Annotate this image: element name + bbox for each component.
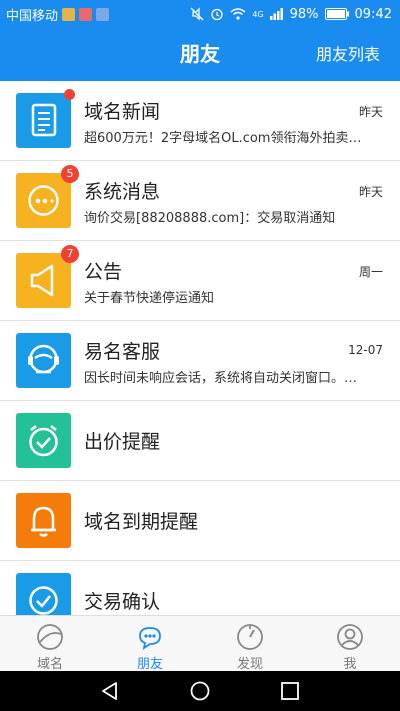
tab-label: 朋友 <box>136 657 163 672</box>
list-item[interactable]: 域名新闻 昨天 超600万元！2字母域名OL.com领衔海外拍卖… <box>0 81 400 161</box>
list-item[interactable]: 出价提醒 <box>0 401 400 481</box>
tab-me[interactable]: 我 <box>300 616 400 672</box>
unread-dot <box>64 89 75 100</box>
list-item[interactable]: 易名客服 12-07 因长时间未响应会话，系统将自动关闭窗口。… <box>0 321 400 401</box>
system-nav-bar <box>0 671 400 711</box>
headset-icon <box>16 333 71 388</box>
alarm-clock-icon <box>16 413 71 468</box>
list-item[interactable]: 交易确认 <box>0 561 400 615</box>
conversation-time: 周一 <box>358 265 383 279</box>
chat-icon <box>139 627 161 650</box>
unread-badge: 5 <box>61 165 79 183</box>
notification-icon <box>79 7 93 21</box>
conversation-preview: 询价交易[88208888.com]：交易取消通知 <box>84 211 336 226</box>
battery-icon <box>324 8 349 20</box>
conversation-preview: 因长时间未响应会话，系统将自动关闭窗口。… <box>84 371 358 386</box>
recents-icon[interactable] <box>280 681 300 701</box>
tab-domain[interactable]: 域名 <box>0 616 100 672</box>
compass-icon <box>237 624 263 650</box>
conversation-title: 系统消息 <box>84 181 161 203</box>
conversation-time: 昨天 <box>358 105 383 119</box>
check-circle-icon <box>16 573 71 615</box>
home-icon[interactable] <box>190 681 210 701</box>
status-bar: 中国移动 4G 98% 09:42 <box>0 0 400 28</box>
back-icon[interactable] <box>100 681 120 701</box>
tab-label: 域名 <box>36 657 63 672</box>
tab-bar: 域名 朋友 发现 我 <box>0 615 400 672</box>
globe-icon <box>37 624 63 650</box>
tab-friends[interactable]: 朋友 <box>100 616 200 672</box>
signal-icon <box>269 8 283 20</box>
conversation-title: 域名新闻 <box>84 101 161 123</box>
conversation-title: 出价提醒 <box>84 431 161 453</box>
tab-label: 发现 <box>236 657 263 672</box>
conversation-title: 公告 <box>84 261 123 283</box>
conversation-preview: 超600万元！2字母域名OL.com领衔海外拍卖… <box>84 131 362 146</box>
news-icon <box>16 93 71 148</box>
wifi-icon <box>230 8 246 20</box>
friends-list-button[interactable]: 朋友列表 <box>316 28 380 81</box>
conversation-title: 易名客服 <box>84 341 161 363</box>
carrier-label: 中国移动 <box>6 8 59 24</box>
conversation-preview: 关于春节快递停运通知 <box>84 291 215 306</box>
conversation-title: 交易确认 <box>84 591 161 613</box>
mute-icon <box>190 7 204 21</box>
network-label: 4G <box>252 9 264 19</box>
list-item[interactable]: 7 公告 周一 关于春节快递停运通知 <box>0 241 400 321</box>
conversation-time: 昨天 <box>358 185 383 199</box>
notification-icon <box>96 7 110 21</box>
conversation-title: 域名到期提醒 <box>84 511 199 533</box>
unread-badge: 7 <box>61 245 79 263</box>
alarm-icon <box>211 8 223 21</box>
conversation-list: 域名新闻 昨天 超600万元！2字母域名OL.com领衔海外拍卖… 5 系统消息… <box>0 81 400 615</box>
tab-label: 我 <box>343 657 357 672</box>
conversation-time: 12-07 <box>348 343 383 357</box>
chat-bubble-icon <box>16 173 71 228</box>
app-header: 朋友 朋友列表 <box>0 28 400 81</box>
tab-discover[interactable]: 发现 <box>200 616 300 672</box>
bell-icon <box>16 493 71 548</box>
notification-icon <box>62 7 76 21</box>
clock: 09:42 <box>354 6 392 22</box>
battery-percent: 98% <box>289 6 319 22</box>
list-item[interactable]: 5 系统消息 昨天 询价交易[88208888.com]：交易取消通知 <box>0 161 400 241</box>
list-item[interactable]: 域名到期提醒 <box>0 481 400 561</box>
person-icon <box>337 624 363 650</box>
megaphone-icon <box>16 253 71 308</box>
